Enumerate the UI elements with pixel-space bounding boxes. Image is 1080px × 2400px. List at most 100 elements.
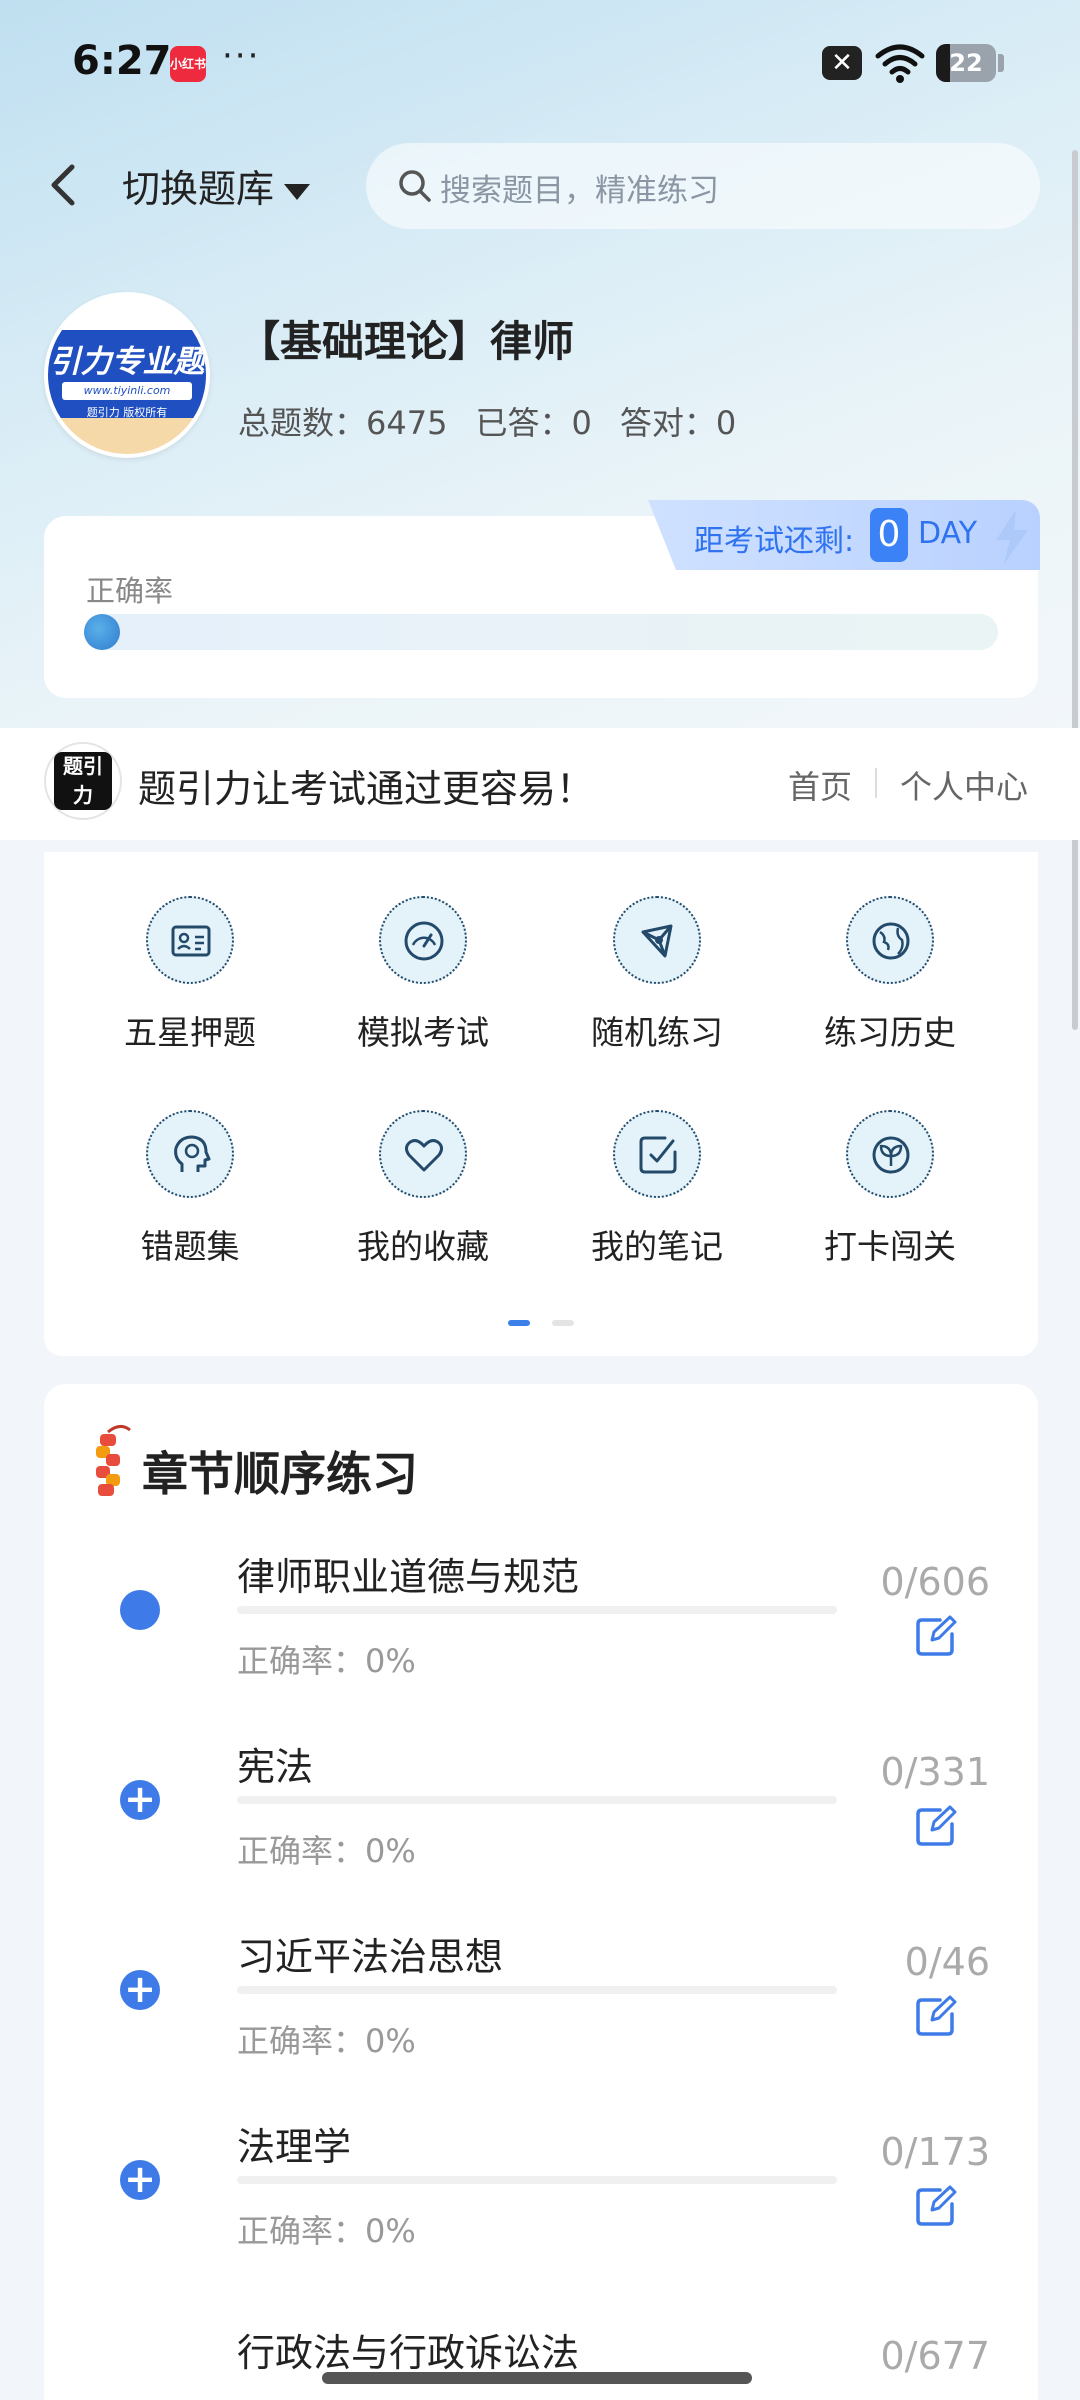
edit-icon[interactable] [914, 2184, 958, 2228]
chapter-accuracy: 正确率：0% [237, 2212, 416, 2250]
answered-count: 0 [571, 404, 592, 442]
expand-plus-icon[interactable]: + [120, 1780, 160, 1820]
function-notes[interactable]: 我的笔记 [557, 1110, 757, 1290]
function-five-star[interactable]: 五星押题 [90, 896, 290, 1076]
caret-down-icon [284, 183, 311, 200]
function-check-in[interactable]: 打卡闯关 [790, 1110, 990, 1290]
function-favorites[interactable]: 我的收藏 [323, 1110, 523, 1290]
edit-icon[interactable] [914, 1614, 958, 1658]
function-label: 五星押题 [124, 1013, 256, 1052]
battery-tip [998, 54, 1004, 72]
question-bank-logo: 引力专业题 www.tiyinli.com 题引力 版权所有 [44, 292, 210, 458]
chapter-name: 宪法 [237, 1745, 314, 1789]
accuracy-progress-indicator [84, 614, 120, 650]
accuracy-label: 正确率 [86, 574, 174, 608]
chapter-count: 0/173 [880, 2130, 990, 2174]
status-time: 6:27 [72, 38, 172, 84]
bank-stats: 总题数：6475 已答：0 答对：0 [238, 398, 736, 444]
function-label: 我的笔记 [591, 1227, 723, 1266]
function-label: 我的收藏 [357, 1227, 489, 1266]
function-mock-exam[interactable]: 模拟考试 [323, 896, 523, 1076]
sprout-icon [846, 1110, 934, 1198]
countdown-unit: DAY [918, 516, 978, 551]
chapter-marker-dot [120, 1590, 160, 1630]
answered-label: 已答： [475, 404, 572, 442]
function-random-practice[interactable]: 随机练习 [557, 896, 757, 1076]
expand-plus-icon[interactable]: + [120, 2160, 160, 2200]
search-input[interactable]: 搜索题目，精准练习 [366, 143, 1040, 229]
battery-level: 22 [949, 49, 983, 77]
wifi-icon [875, 44, 925, 83]
chapter-count: 0/46 [904, 1940, 990, 1984]
brand-logo: 题引力 [44, 742, 122, 820]
lightning-icon [996, 510, 1028, 564]
chapter-row[interactable]: + 法理学 正确率：0% 0/173 [0, 2125, 1080, 2322]
chapter-progress-bar [237, 1796, 837, 1804]
function-wrong-questions[interactable]: 错题集 [90, 1110, 290, 1290]
divider [875, 768, 877, 798]
edit-icon[interactable] [914, 1804, 958, 1848]
chapter-name: 习近平法治思想 [237, 1935, 504, 1979]
search-placeholder: 搜索题目，精准练习 [440, 173, 719, 209]
function-label: 错题集 [140, 1227, 240, 1266]
function-label: 模拟考试 [357, 1013, 489, 1052]
exam-countdown: 距考试还剩: 0 DAY [648, 500, 1040, 570]
chapter-accuracy: 正确率：0% [237, 2022, 416, 2060]
function-label: 打卡闯关 [824, 1227, 956, 1266]
logo-main-text: 引力专业题 [49, 344, 205, 380]
no-sim-icon: ✕ [822, 46, 862, 80]
chapter-name: 法理学 [237, 2125, 352, 2169]
search-icon [399, 170, 431, 202]
function-label: 练习历史 [824, 1013, 956, 1052]
correct-label: 答对： [619, 404, 716, 442]
chapter-accuracy: 正确率：0% [237, 1832, 416, 1870]
firecracker-icon [96, 1425, 131, 1496]
edit-icon[interactable] [914, 1994, 958, 2038]
notification-app-icon: 小红书 [170, 46, 206, 82]
chapter-count: 0/677 [880, 2334, 990, 2378]
switch-bank-button[interactable]: 切换题库 [122, 158, 311, 213]
profile-link[interactable]: 个人中心 [900, 762, 1028, 808]
home-link[interactable]: 首页 [788, 762, 852, 808]
correct-count: 0 [715, 404, 737, 442]
head-icon [146, 1110, 234, 1198]
chapter-progress-bar [237, 1606, 837, 1614]
chapter-row[interactable]: + 习近平法治思想 正确率：0% 0/46 [0, 1935, 1080, 2132]
chapter-progress-bar [237, 1986, 837, 1994]
brand-logo-text: 题引力 [54, 752, 112, 810]
page-indicator-active [508, 1320, 530, 1326]
promo-slogan: 题引力让考试通过更容易！ [138, 767, 595, 811]
accuracy-progress-track [84, 614, 998, 650]
bank-title: 【基础理论】律师 [238, 317, 575, 366]
total-count: 6475 [366, 404, 448, 442]
home-indicator[interactable] [322, 2372, 752, 2384]
countdown-days: 0 [870, 508, 908, 562]
globe-icon [846, 896, 934, 984]
status-bar: 6:27 小红书 ··· ✕ 22 [0, 0, 1080, 120]
gauge-icon [379, 896, 467, 984]
back-arrow-icon[interactable] [40, 150, 90, 220]
chapter-name: 律师职业道德与规范 [237, 1555, 580, 1599]
note-check-icon [613, 1110, 701, 1198]
page-indicator [552, 1320, 574, 1326]
network-icon [613, 896, 701, 984]
function-label: 随机练习 [591, 1013, 723, 1052]
countdown-label: 距考试还剩: [694, 524, 855, 559]
chapter-name: 行政法与行政诉讼法 [237, 2331, 580, 2375]
promo-bar: 题引力 题引力让考试通过更容易！ 首页 个人中心 [0, 728, 1080, 840]
chapter-row[interactable]: + 宪法 正确率：0% 0/331 [0, 1745, 1080, 1942]
chapter-count: 0/606 [880, 1560, 990, 1604]
switch-bank-label: 切换题库 [122, 167, 275, 211]
heart-icon [379, 1110, 467, 1198]
total-label: 总题数： [238, 404, 367, 442]
more-notifications-icon: ··· [222, 36, 261, 76]
chapter-accuracy: 正确率：0% [237, 1642, 416, 1680]
scrollbar[interactable] [1072, 150, 1078, 1030]
logo-url: www.tiyinli.com [62, 382, 192, 400]
function-practice-history[interactable]: 练习历史 [790, 896, 990, 1076]
chapter-row[interactable]: 律师职业道德与规范 正确率：0% 0/606 [0, 1555, 1080, 1752]
id-card-icon [146, 896, 234, 984]
chapter-progress-bar [237, 2176, 837, 2184]
chapter-count: 0/331 [880, 1750, 990, 1794]
expand-plus-icon[interactable]: + [120, 1970, 160, 2010]
